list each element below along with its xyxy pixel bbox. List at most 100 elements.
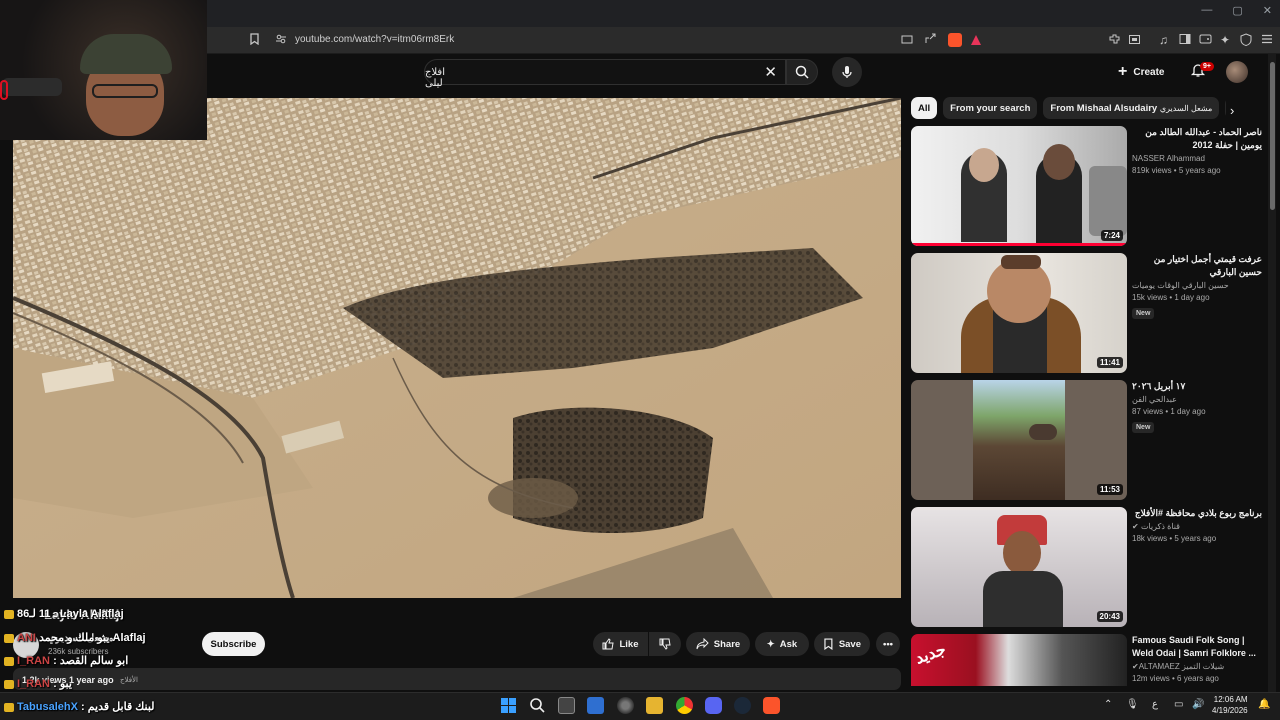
- taskbar-clock[interactable]: 12:06 AM 4/19/2026: [1212, 694, 1248, 716]
- task-view-icon[interactable]: [558, 697, 575, 714]
- share-arrow-icon: [696, 638, 709, 650]
- tray-mic-icon[interactable]: 🎙: [1126, 699, 1139, 710]
- chrome-icon[interactable]: [676, 697, 693, 714]
- like-button[interactable]: Like: [593, 632, 648, 656]
- ask-button[interactable]: ✦ Ask: [755, 632, 809, 656]
- media-control-icon[interactable]: ♫: [1159, 33, 1168, 47]
- bookmark-icon[interactable]: [249, 33, 260, 48]
- recommendation-channel[interactable]: ✔ قناة ذكريات: [1132, 522, 1262, 531]
- chip-from-channel[interactable]: From Mishaal Alsudairy مشعل السديري: [1043, 97, 1220, 119]
- microsoft-store-icon[interactable]: [587, 697, 604, 714]
- recommendation-title[interactable]: ١٧ أبريل ٢٠٢٦: [1132, 380, 1262, 393]
- recommendation-channel[interactable]: عبدالحي الفن: [1132, 395, 1262, 404]
- recommendation-meta: 18k views • 5 years ago: [1132, 534, 1217, 543]
- recommendation-channel[interactable]: حسين البارقي الوقات يوميات: [1132, 281, 1262, 290]
- video-player[interactable]: [13, 98, 901, 598]
- sparkle-icon: ✦: [766, 638, 775, 650]
- verified-icon: ✔: [1132, 522, 1139, 531]
- subscriber-badge-icon: [4, 656, 14, 666]
- share-page-icon[interactable]: [924, 33, 936, 48]
- recommendation-channel[interactable]: NASSER Alhammad: [1132, 154, 1262, 163]
- network-icon[interactable]: ▭: [1174, 699, 1183, 710]
- subscribe-button[interactable]: Subscribe: [202, 632, 265, 656]
- chip-all[interactable]: All: [911, 97, 938, 119]
- share-button[interactable]: Share: [686, 632, 750, 656]
- create-button[interactable]: + Create: [1118, 60, 1164, 84]
- recommendation-channel[interactable]: ✔ALTAMAEZ شيلات التميز: [1132, 662, 1262, 671]
- video-thumbnail[interactable]: جديد: [911, 634, 1127, 686]
- ask-label: Ask: [779, 638, 798, 650]
- menu-icon[interactable]: [1261, 33, 1273, 48]
- extensions-icon[interactable]: [1108, 33, 1121, 49]
- search-button[interactable]: [786, 59, 818, 85]
- recommendation-item[interactable]: 20:43 برنامج ربوع بلادي محافظة #الأفلاج …: [911, 507, 1266, 627]
- screenshot-icon[interactable]: [1128, 33, 1141, 49]
- brave-browser-icon[interactable]: [763, 697, 780, 714]
- close-window-button[interactable]: ✕: [1263, 4, 1272, 17]
- file-explorer-icon[interactable]: [646, 697, 663, 714]
- notification-center-icon[interactable]: 🔔: [1258, 699, 1270, 710]
- video-thumbnail[interactable]: 7:24: [911, 126, 1127, 246]
- input-language[interactable]: ع: [1152, 699, 1158, 710]
- obs-icon[interactable]: [617, 697, 634, 714]
- save-button[interactable]: Save: [814, 632, 870, 656]
- leo-ai-icon[interactable]: ✦: [1220, 33, 1230, 47]
- windows-taskbar: [0, 692, 1280, 720]
- site-info-icon[interactable]: [275, 33, 287, 48]
- url-field[interactable]: youtube.com/watch?v=itm06rm8Erk: [295, 34, 454, 45]
- window-controls: — ▢ ✕: [1201, 4, 1272, 17]
- recommendation-title[interactable]: عرفت قيمتي أجمل اختيار من حسين البارقي: [1132, 253, 1262, 279]
- streamer-cap: [80, 34, 172, 74]
- recommendation-item[interactable]: 7:24 ناصر الحماد - عبدالله الطالد من يوم…: [911, 126, 1266, 246]
- install-app-icon[interactable]: [901, 33, 913, 48]
- thumbnail-text: جديد: [913, 641, 949, 668]
- recommendation-item[interactable]: جديد Famous Saudi Folk Song | Weld Odai …: [911, 634, 1266, 686]
- vpn-shield-icon[interactable]: [1240, 33, 1252, 49]
- clear-search-icon[interactable]: ✕: [764, 63, 777, 81]
- search-box[interactable]: افلاج ليلى ✕: [424, 59, 786, 89]
- recommendation-meta: 819k views • 5 years ago: [1132, 166, 1221, 175]
- windows-start-icon[interactable]: [500, 697, 517, 714]
- recommendation-meta: 12m views • 6 years ago: [1132, 674, 1219, 683]
- chat-message: TabusalehX : لبنك قابل قديم: [4, 700, 155, 713]
- steam-icon[interactable]: [734, 697, 751, 714]
- maximize-button[interactable]: ▢: [1232, 4, 1242, 17]
- recommendation-item[interactable]: 11:53 ١٧ أبريل ٢٠٢٦ عبدالحي الفن 87 view…: [911, 380, 1266, 500]
- more-actions-button[interactable]: •••: [876, 632, 900, 656]
- channel-name-text: قناة ذكريات: [1140, 522, 1181, 531]
- save-playlist-icon: [824, 638, 833, 650]
- tray-overflow-icon[interactable]: ⌃: [1104, 699, 1112, 710]
- chat-message: I_RAN : ابو سالم القصد: [4, 654, 128, 667]
- recommendation-item[interactable]: 11:41 عرفت قيمتي أجمل اختيار من حسين الب…: [911, 253, 1266, 373]
- wallet-icon[interactable]: [1199, 33, 1212, 48]
- chat-message: I_RAN : يبو: [4, 677, 72, 690]
- taskbar-search-icon[interactable]: [529, 697, 546, 714]
- discord-icon[interactable]: [705, 697, 722, 714]
- video-duration: 11:41: [1096, 357, 1123, 368]
- minimize-button[interactable]: —: [1201, 4, 1212, 17]
- video-thumbnail[interactable]: 11:41: [911, 253, 1127, 373]
- brave-shields-icon[interactable]: [948, 33, 962, 47]
- recommendation-title[interactable]: ناصر الحماد - عبدالله الطالد من يومين | …: [1132, 126, 1262, 152]
- thumbs-down-icon: [659, 638, 671, 650]
- voice-search-button[interactable]: [832, 57, 862, 87]
- page-scrollbar-thumb[interactable]: [1270, 62, 1275, 210]
- recommendation-title[interactable]: برنامج ربوع بلادي محافظة #الأفلاج: [1132, 507, 1262, 520]
- video-thumbnail[interactable]: 11:53: [911, 380, 1127, 500]
- clock-time: 12:06 AM: [1213, 695, 1248, 704]
- brave-rewards-icon[interactable]: [969, 33, 983, 47]
- description-tag: الأفلاج: [120, 677, 138, 684]
- thumbs-up-icon: [602, 638, 615, 650]
- chip-more[interactable]: Ta: [1225, 97, 1226, 119]
- recommendation-title[interactable]: Famous Saudi Folk Song | Weld Odai | Sam…: [1132, 634, 1262, 660]
- dislike-button[interactable]: [649, 632, 681, 656]
- account-avatar[interactable]: [1226, 61, 1248, 83]
- filter-chips: All From your search From Mishaal Alsuda…: [911, 97, 1226, 121]
- sidebar-toggle-icon[interactable]: [1179, 33, 1191, 48]
- search-input[interactable]: افلاج ليلى: [425, 67, 465, 89]
- volume-icon[interactable]: 🔊: [1192, 699, 1204, 710]
- description-box[interactable]: [13, 668, 901, 690]
- chevron-right-icon[interactable]: ›: [1230, 103, 1234, 118]
- chip-from-your-search[interactable]: From your search: [943, 97, 1038, 119]
- video-thumbnail[interactable]: 20:43: [911, 507, 1127, 627]
